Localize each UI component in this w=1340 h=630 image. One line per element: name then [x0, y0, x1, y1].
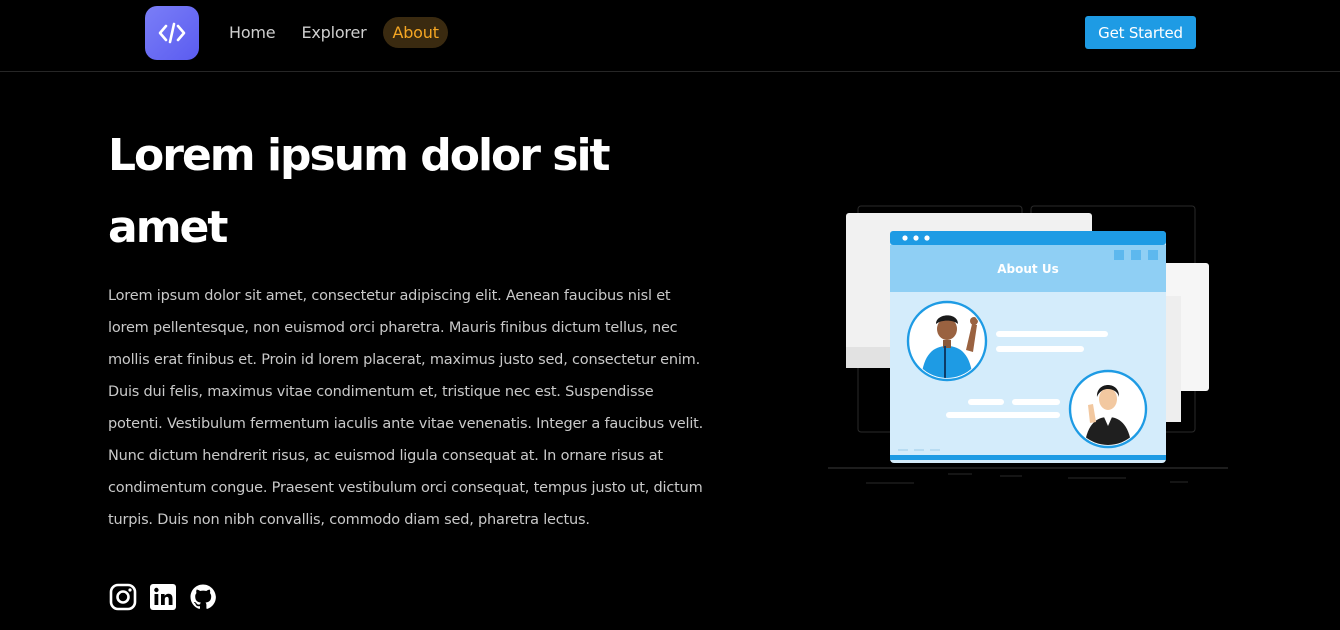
instagram-icon[interactable]: [108, 582, 138, 612]
nav-about-link[interactable]: About: [383, 17, 448, 48]
nav-home-link[interactable]: Home: [220, 17, 284, 48]
about-us-illustration: About Us: [828, 205, 1228, 484]
logo[interactable]: [145, 6, 199, 60]
window-title: About Us: [997, 262, 1058, 276]
linkedin-icon[interactable]: [148, 582, 178, 612]
hero-description: Lorem ipsum dolor sit amet, consectetur …: [108, 288, 704, 528]
top-navbar: Home Explorer About Get Started: [0, 0, 1340, 72]
nav-explorer-link[interactable]: Explorer: [292, 17, 375, 48]
nav-links: Home Explorer About: [220, 17, 448, 48]
hero-title: Lorem ipsum dolor sit amet: [108, 130, 611, 253]
github-icon[interactable]: [188, 582, 218, 612]
get-started-button[interactable]: Get Started: [1085, 16, 1196, 49]
code-icon: [158, 22, 186, 44]
social-links: [108, 582, 218, 612]
